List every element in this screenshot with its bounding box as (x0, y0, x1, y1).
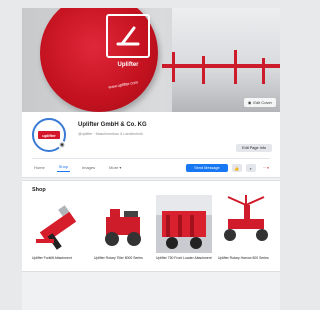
shop-section: Shop Uplifter Forklift Attachment Uplift… (22, 180, 280, 272)
shop-title: Shop (32, 187, 46, 193)
drum-brand-text: Uplifter (117, 62, 139, 68)
product-card[interactable]: Uplifter 750 Front Loader Attachment (156, 195, 212, 265)
avatar[interactable]: uplifter ◉ (32, 118, 66, 152)
send-message-button[interactable]: Send Message (186, 164, 228, 172)
camera-icon: ◉ (247, 100, 252, 105)
page-tabs: Home Shop Images More ▾ (32, 162, 123, 172)
page-actions: Send Message 👍 ⌕ ··· ▾ (186, 164, 272, 172)
loader-machine-image (156, 195, 212, 253)
thumbs-up-icon[interactable]: 👍 (231, 164, 242, 172)
camera-icon[interactable]: ◉ (58, 141, 66, 149)
page-header: uplifter ◉ Uplifter GmbH & Co. KG @uplif… (22, 112, 280, 178)
harrow-machine-image (218, 195, 274, 253)
divider (32, 158, 270, 159)
more-button[interactable]: ··· ▾ (260, 164, 272, 172)
page-subtitle: @uplifter · Maschinenbau & Landtechnik (78, 132, 143, 136)
tab-shop[interactable]: Shop (56, 162, 71, 172)
tab-images[interactable]: Images (80, 162, 97, 172)
machine-frame-image (162, 50, 280, 86)
browser-frame: Uplifter www.uplifter.com ◉ Edit Cover u… (22, 8, 280, 310)
product-card[interactable]: Uplifter Rotary Tiller 8000 Series (94, 195, 150, 265)
product-list: Uplifter Forklift Attachment Uplifter Ro… (32, 195, 274, 265)
drum-image: Uplifter www.uplifter.com (40, 8, 158, 112)
red-machine-image (94, 195, 150, 253)
edit-cover-button[interactable]: ◉ Edit Cover (243, 98, 276, 107)
search-icon[interactable]: ⌕ (245, 164, 256, 172)
page-background (22, 272, 280, 310)
product-name: Uplifter 750 Front Loader Attachment (156, 256, 212, 260)
drum-url-text: www.uplifter.com (107, 79, 139, 90)
edit-cover-label: Edit Cover (253, 100, 272, 105)
page-title: Uplifter GmbH & Co. KG (78, 122, 147, 128)
tab-more[interactable]: More ▾ (107, 162, 123, 172)
edit-page-button[interactable]: Edit Page Info (236, 144, 272, 152)
product-name: Uplifter Rotary Tiller 8000 Series (94, 256, 143, 260)
tab-home[interactable]: Home (32, 162, 47, 172)
forklift-attachment-image (32, 195, 88, 253)
product-card[interactable]: Uplifter Rotary Harrow 800 Series (218, 195, 274, 265)
product-name: Uplifter Forklift Attachment (32, 256, 72, 260)
cover-photo: Uplifter www.uplifter.com ◉ Edit Cover (22, 8, 280, 112)
avatar-logo: uplifter (38, 131, 60, 139)
product-card[interactable]: Uplifter Forklift Attachment (32, 195, 88, 265)
product-name: Uplifter Rotary Harrow 800 Series (218, 256, 269, 260)
uplifter-logo-icon (106, 14, 150, 58)
